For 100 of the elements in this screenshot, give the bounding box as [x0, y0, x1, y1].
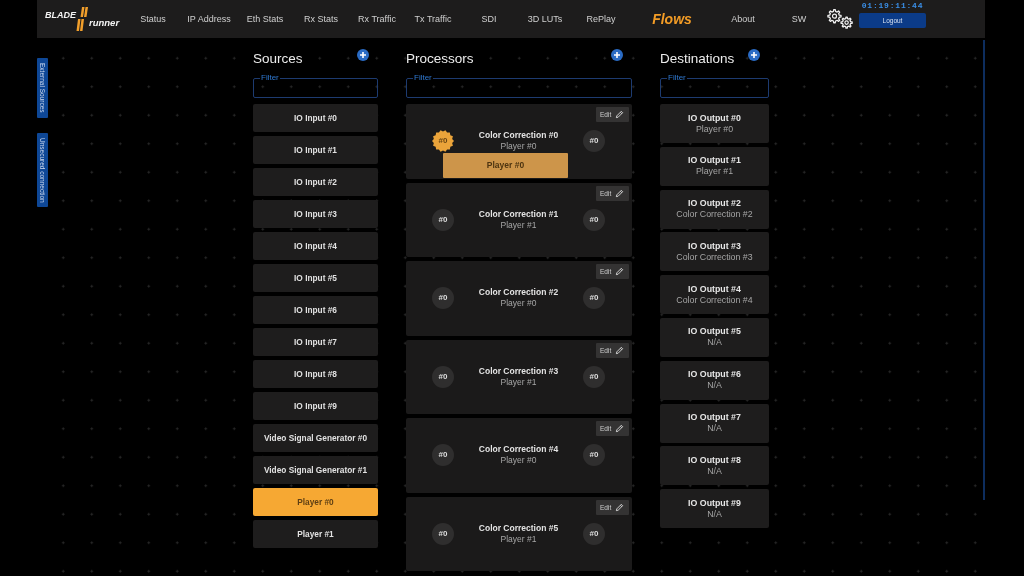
source-item[interactable]: IO Input #6 — [253, 296, 378, 324]
column-title: Destinations — [660, 52, 735, 66]
source-item[interactable]: IO Input #5 — [253, 264, 378, 292]
filter-field[interactable]: Filter — [660, 74, 769, 98]
destination-title: IO Output #5 — [688, 326, 741, 338]
source-item[interactable]: IO Input #0 — [253, 104, 378, 132]
processor-title: Color Correction #3 — [478, 365, 559, 377]
destination-card[interactable]: IO Output #1 Player #1 — [660, 146, 769, 186]
destination-title: IO Output #6 — [688, 369, 741, 381]
destination-source: Player #0 — [695, 123, 734, 135]
destination-card[interactable]: IO Output #3 Color Correction #3 — [660, 232, 769, 272]
pencil-icon — [615, 110, 625, 119]
source-item[interactable]: IO Input #4 — [253, 232, 378, 260]
processor-source: Player #0 — [500, 298, 537, 310]
destination-card[interactable]: IO Output #2 Color Correction #2 — [660, 189, 769, 229]
processor-source: Player #0 — [500, 455, 537, 467]
output-port[interactable]: #0 — [583, 130, 605, 153]
input-port[interactable]: #0 — [432, 287, 454, 310]
processor-source: Player #1 — [500, 533, 537, 545]
clock-time: 01:19:11:44 — [861, 1, 924, 10]
source-item[interactable]: IO Input #3 — [253, 200, 378, 228]
add-icon[interactable] — [357, 49, 369, 61]
logo-text: runner — [89, 18, 120, 28]
processor-title: Color Correction #4 — [478, 444, 559, 456]
output-port[interactable]: #0 — [583, 208, 605, 231]
destination-title: IO Output #3 — [688, 240, 741, 252]
menu-link[interactable]: Tx Traffic — [405, 13, 461, 25]
filter-field[interactable]: Filter — [406, 74, 632, 98]
destination-source: N/A — [707, 508, 722, 520]
destination-card[interactable]: IO Output #5 N/A — [660, 318, 769, 357]
input-port[interactable]: #0 — [432, 208, 454, 231]
menu-link[interactable]: RePlay — [573, 13, 629, 25]
menu-link[interactable]: Eth Stats — [237, 13, 293, 25]
destination-title: IO Output #7 — [688, 412, 741, 424]
destination-source: N/A — [707, 337, 722, 349]
menu-link[interactable]: IP Address — [181, 13, 237, 25]
pencil-icon — [615, 267, 625, 276]
menu-link[interactable]: Rx Traffic — [349, 13, 405, 25]
destination-card[interactable]: IO Output #0 Player #0 — [660, 104, 769, 143]
destination-source: Color Correction #4 — [676, 294, 753, 306]
destination-source: N/A — [707, 465, 722, 477]
processor-title: Color Correction #0 — [478, 130, 559, 142]
source-item[interactable]: Video Signal Generator #0 — [253, 424, 378, 452]
processor-title: Color Correction #2 — [478, 287, 559, 299]
pencil-icon — [615, 188, 625, 198]
destination-title: IO Output #1 — [688, 155, 741, 167]
destination-title: IO Output #0 — [688, 112, 741, 124]
source-item[interactable]: Player #0 — [253, 488, 378, 516]
source-item[interactable]: IO Input #7 — [253, 328, 378, 356]
menu-link[interactable]: SDI — [461, 13, 517, 25]
source-item[interactable]: Video Signal Generator #1 — [253, 456, 378, 484]
destination-card[interactable]: IO Output #9 N/A — [660, 489, 769, 529]
input-port[interactable]: #0 — [432, 522, 454, 545]
menu-link[interactable]: Rx Stats — [293, 13, 349, 25]
destination-card[interactable]: IO Output #7 N/A — [660, 403, 769, 443]
destination-title: IO Output #4 — [688, 283, 741, 295]
destination-card[interactable]: IO Output #6 N/A — [660, 360, 769, 400]
column-title: Sources — [253, 52, 303, 66]
menu-link[interactable]: 3D LUTs — [517, 13, 573, 25]
destination-source: Color Correction #3 — [676, 251, 753, 263]
output-port[interactable]: #0 — [583, 365, 605, 388]
input-port[interactable]: #0 — [432, 365, 454, 388]
destination-card[interactable]: IO Output #4 Color Correction #4 — [660, 275, 769, 315]
logo-stripes-icon — [76, 7, 89, 31]
processor-source: Player #0 — [500, 141, 537, 153]
filter-field[interactable]: Filter — [253, 74, 378, 98]
menu-link[interactable]: Status — [125, 13, 181, 25]
destination-card[interactable]: IO Output #8 N/A — [660, 446, 769, 486]
source-item[interactable]: Player #1 — [253, 520, 378, 548]
menu-link[interactable]: Flows — [629, 11, 715, 27]
pencil-icon — [615, 502, 625, 512]
add-icon[interactable] — [748, 49, 760, 61]
output-port[interactable]: #0 — [583, 287, 605, 310]
source-item[interactable]: IO Input #2 — [253, 168, 378, 196]
source-item[interactable]: IO Input #8 — [253, 360, 378, 388]
input-port[interactable]: #0 — [432, 130, 454, 153]
logo-text: BLADE — [45, 11, 76, 20]
drag-preview: Player #0 — [443, 153, 568, 178]
source-item[interactable]: IO Input #1 — [253, 136, 378, 164]
destination-title: IO Output #9 — [688, 497, 741, 509]
output-port[interactable]: #0 — [583, 444, 605, 467]
destination-source: Player #1 — [695, 166, 734, 178]
destination-source: Color Correction #2 — [676, 209, 753, 221]
destination-title: IO Output #8 — [688, 454, 741, 466]
output-port[interactable]: #0 — [583, 522, 605, 545]
add-icon[interactable] — [611, 49, 623, 61]
processor-source: Player #1 — [500, 376, 537, 388]
processor-title: Color Correction #1 — [478, 208, 559, 220]
menu-link[interactable]: SW — [771, 13, 827, 25]
source-item[interactable]: IO Input #9 — [253, 392, 378, 420]
settings-icon[interactable] — [827, 9, 853, 29]
column-title: Processors — [406, 52, 474, 66]
pencil-icon — [615, 424, 625, 433]
destination-title: IO Output #2 — [688, 198, 741, 210]
processor-title: Color Correction #5 — [478, 522, 559, 534]
pencil-icon — [615, 345, 625, 355]
destination-source: N/A — [707, 380, 722, 392]
input-port[interactable]: #0 — [432, 444, 454, 467]
processor-source: Player #1 — [500, 219, 537, 231]
menu-link[interactable]: About — [715, 13, 771, 25]
